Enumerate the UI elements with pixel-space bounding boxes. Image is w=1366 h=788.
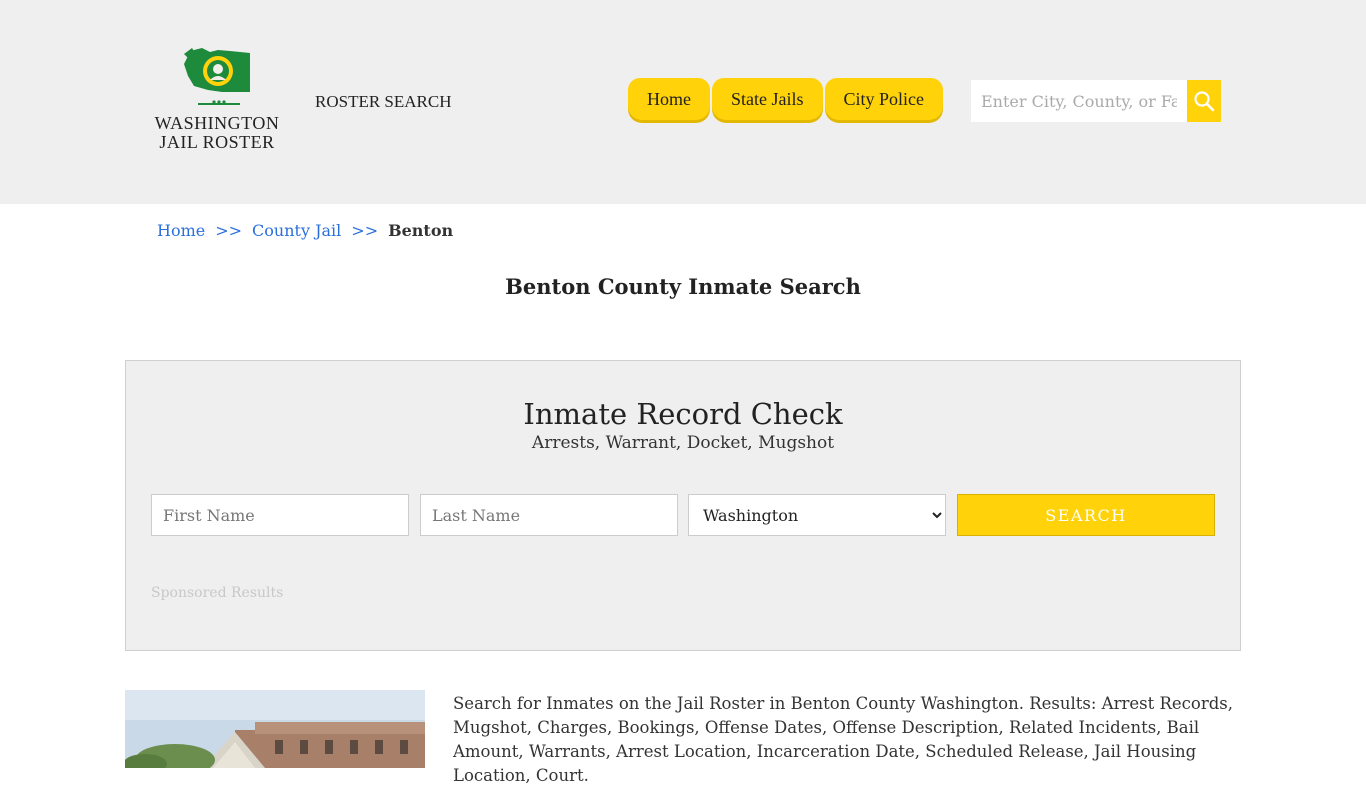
logo-text: WASHINGTON JAIL ROSTER bbox=[150, 114, 284, 152]
page-title: Benton County Inmate Search bbox=[505, 274, 861, 299]
inmate-record-check-panel: Inmate Record Check Arrests, Warrant, Do… bbox=[125, 360, 1241, 651]
record-check-subtitle: Arrests, Warrant, Docket, Mugshot bbox=[531, 433, 835, 453]
county-description: Search for Inmates on the Jail Roster in… bbox=[453, 694, 1233, 785]
breadcrumb-separator: >> bbox=[351, 221, 379, 240]
first-name-input[interactable] bbox=[151, 494, 409, 536]
roster-search-link[interactable]: ROSTER SEARCH bbox=[315, 92, 452, 112]
record-check-title: Inmate Record Check bbox=[523, 397, 843, 431]
courthouse-photo bbox=[125, 690, 425, 768]
breadcrumb-separator: >> bbox=[215, 221, 243, 240]
main-nav: Home State Jails City Police bbox=[628, 78, 945, 120]
nav-state-jails[interactable]: State Jails bbox=[712, 78, 823, 120]
site-search-input[interactable] bbox=[971, 80, 1187, 122]
last-name-input[interactable] bbox=[420, 494, 678, 536]
breadcrumb-home[interactable]: Home bbox=[157, 221, 205, 240]
site-logo[interactable]: WASHINGTON JAIL ROSTER bbox=[150, 46, 284, 156]
nav-home[interactable]: Home bbox=[628, 78, 710, 120]
record-search-button[interactable]: SEARCH bbox=[957, 494, 1215, 536]
site-header: WASHINGTON JAIL ROSTER ROSTER SEARCH Hom… bbox=[0, 0, 1366, 204]
logo-line1: WASHINGTON bbox=[154, 113, 280, 133]
nav-city-police[interactable]: City Police bbox=[824, 78, 943, 120]
state-select[interactable]: Washington bbox=[688, 494, 946, 536]
breadcrumb-county-jail[interactable]: County Jail bbox=[252, 221, 341, 240]
breadcrumb: Home >> County Jail >> Benton bbox=[157, 221, 453, 240]
logo-line2: JAIL ROSTER bbox=[159, 132, 275, 152]
search-icon bbox=[1194, 91, 1215, 112]
site-search-button[interactable] bbox=[1187, 80, 1221, 122]
breadcrumb-current: Benton bbox=[388, 221, 454, 240]
site-search bbox=[971, 80, 1221, 122]
sponsored-results-label: Sponsored Results bbox=[151, 585, 284, 601]
washington-flag-icon bbox=[184, 48, 250, 105]
